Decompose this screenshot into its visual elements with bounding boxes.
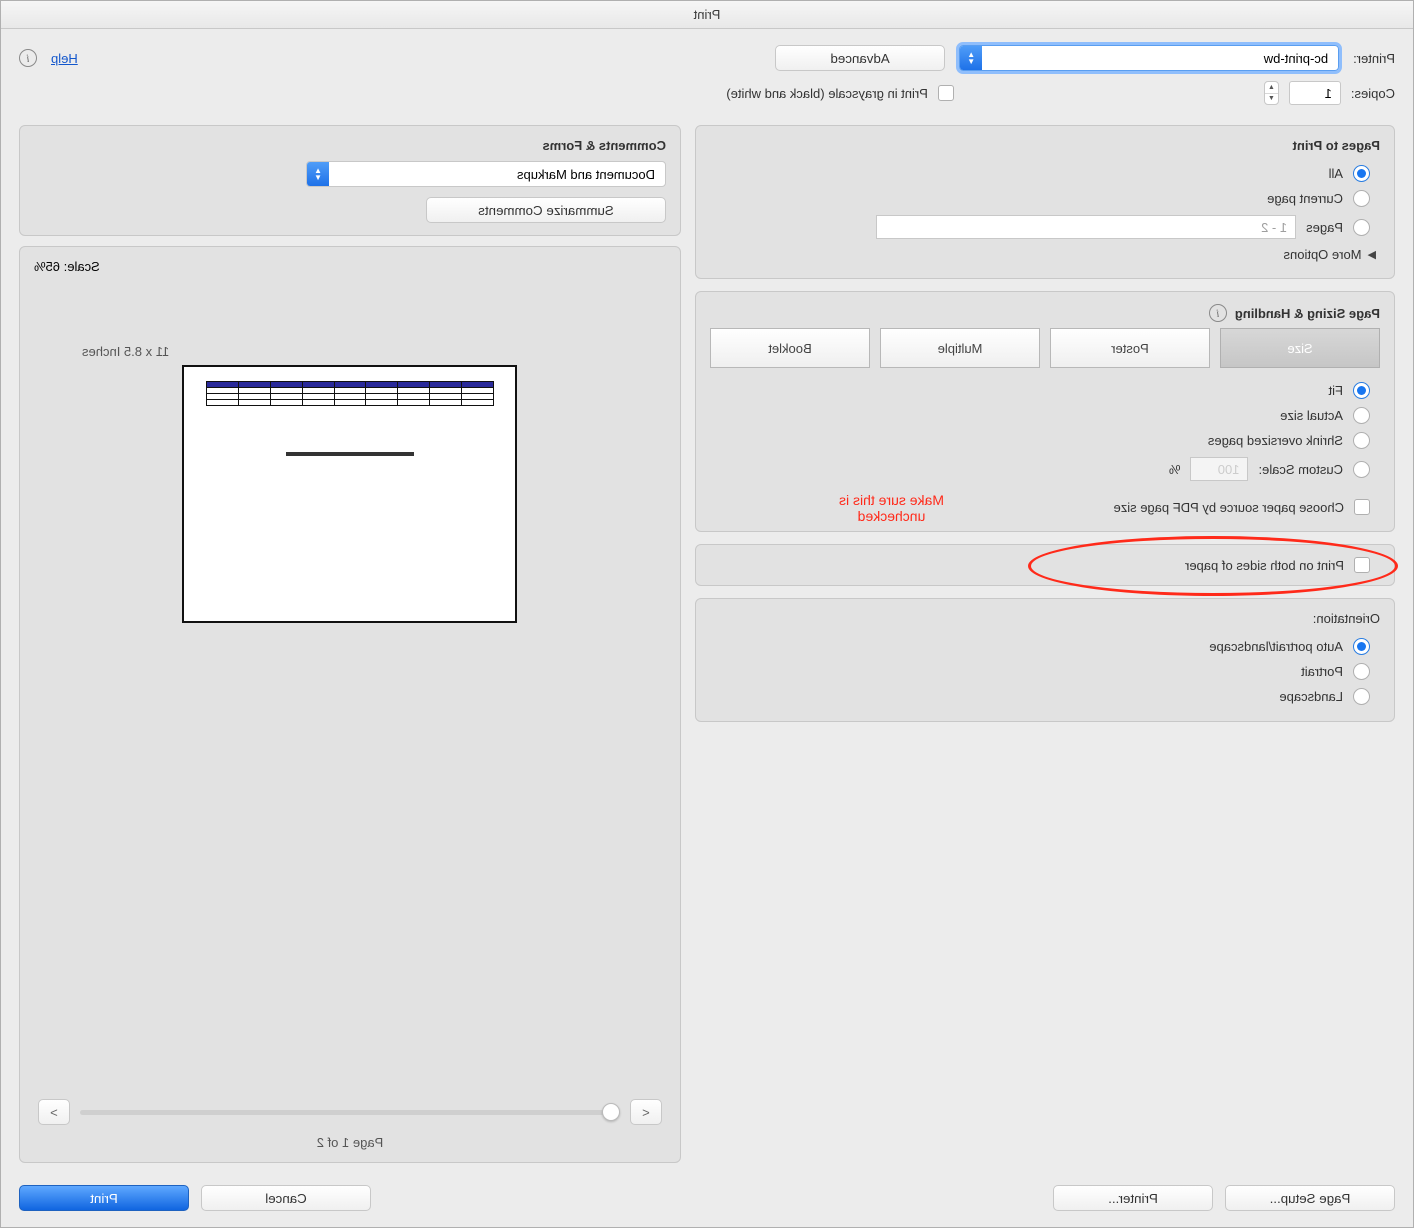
label-grayscale: Print in grayscale (black and white)	[726, 86, 928, 101]
label-fit: Fit	[1329, 383, 1343, 398]
panel-comments: Comments & Forms Document and Markups ▲▼…	[19, 125, 681, 236]
scale-readout: Scale: 65%	[34, 259, 666, 274]
summarize-comments-button[interactable]: Summarize Comments	[426, 197, 666, 223]
page-preview	[183, 365, 518, 623]
window-title: Print	[1, 1, 1413, 29]
label-portrait: Portrait	[1301, 664, 1343, 679]
tab-multiple[interactable]: Multiple	[880, 328, 1040, 368]
label-both-sides: Print on both sides of paper	[1185, 558, 1344, 573]
radio-landscape[interactable]	[1353, 688, 1370, 705]
heading-sizing: Page Sizing & Handling	[1235, 306, 1380, 321]
heading-comments: Comments & Forms	[34, 138, 666, 153]
radio-current[interactable]	[1353, 190, 1370, 207]
label-current: Current page	[1267, 191, 1343, 206]
label-pages: Pages	[1306, 220, 1343, 235]
disclosure-triangle-icon[interactable]: ▶	[1368, 248, 1376, 261]
panel-sizing: Page Sizing & Handling i Size Poster Mul…	[695, 291, 1395, 532]
select-arrows-icon: ▲▼	[307, 162, 329, 186]
both-sides-checkbox[interactable]	[1354, 557, 1370, 573]
grayscale-checkbox[interactable]	[938, 85, 954, 101]
cancel-button[interactable]: Cancel	[201, 1185, 371, 1211]
label-percent: %	[1169, 462, 1181, 477]
paper-dimensions: 11 x 8.5 Inches	[34, 344, 666, 359]
sizing-tabs: Size Poster Multiple Booklet	[710, 328, 1380, 368]
help-info-icon[interactable]: i	[19, 49, 37, 67]
sizing-info-icon[interactable]: i	[1209, 304, 1227, 322]
panel-orientation: Orientation: Auto portrait/landscape Por…	[695, 598, 1395, 722]
label-custom: Custom Scale:	[1258, 462, 1343, 477]
heading-orientation: Orientation:	[710, 611, 1380, 626]
print-button[interactable]: Print	[19, 1185, 189, 1211]
custom-scale-input[interactable]: 100	[1190, 457, 1248, 481]
label-actual: Actual size	[1280, 408, 1343, 423]
comments-select[interactable]: Document and Markups ▲▼	[306, 161, 666, 187]
copies-input[interactable]: 1	[1289, 81, 1341, 105]
label-shrink: Shrink oversized pages	[1208, 433, 1343, 448]
heading-pages-to-print: Pages to Print	[710, 138, 1380, 153]
advanced-button[interactable]: Advanced	[775, 45, 945, 71]
printer-button[interactable]: Printer...	[1053, 1185, 1213, 1211]
select-arrows-icon: ▲▼	[960, 46, 982, 70]
next-page-button[interactable]: >	[38, 1099, 70, 1125]
tab-booklet[interactable]: Booklet	[710, 328, 870, 368]
label-copies: Copies:	[1351, 86, 1395, 101]
tab-poster[interactable]: Poster	[1050, 328, 1210, 368]
radio-pages[interactable]	[1353, 219, 1370, 236]
pages-range-input[interactable]: 1 - 2	[876, 215, 1296, 239]
radio-all[interactable]	[1353, 165, 1370, 182]
panel-pages-to-print: Pages to Print All Current page Pages 1 …	[695, 125, 1395, 279]
label-auto-orient: Auto portrait/landscape	[1209, 639, 1343, 654]
page-setup-button[interactable]: Page Setup...	[1225, 1185, 1395, 1211]
radio-portrait[interactable]	[1353, 663, 1370, 680]
page-slider[interactable]	[80, 1110, 620, 1115]
help-link[interactable]: Help	[51, 51, 78, 66]
choose-paper-checkbox[interactable]	[1354, 499, 1370, 515]
radio-fit[interactable]	[1353, 382, 1370, 399]
radio-shrink[interactable]	[1353, 432, 1370, 449]
tab-size[interactable]: Size	[1220, 328, 1380, 368]
annotation-text: Make sure this is unchecked	[839, 492, 944, 524]
label-landscape: Landscape	[1279, 689, 1343, 704]
panel-preview: Scale: 65% 11 x 8.5 Inches < > Page 1 of…	[19, 246, 681, 1163]
panel-both-sides: Print on both sides of paper	[695, 544, 1395, 586]
label-choose-paper: Choose paper source by PDF page size	[1113, 500, 1344, 515]
prev-page-button[interactable]: <	[630, 1099, 662, 1125]
radio-custom[interactable]	[1353, 461, 1370, 478]
radio-actual[interactable]	[1353, 407, 1370, 424]
copies-stepper[interactable]: ▲▼	[1264, 81, 1279, 105]
label-more-options[interactable]: More Options	[1283, 247, 1361, 262]
page-counter: Page 1 of 2	[34, 1135, 666, 1150]
label-all: All	[1329, 166, 1343, 181]
radio-auto-orient[interactable]	[1353, 638, 1370, 655]
label-printer: Printer:	[1353, 51, 1395, 66]
printer-select[interactable]: bc-print-bw ▲▼	[959, 45, 1339, 71]
